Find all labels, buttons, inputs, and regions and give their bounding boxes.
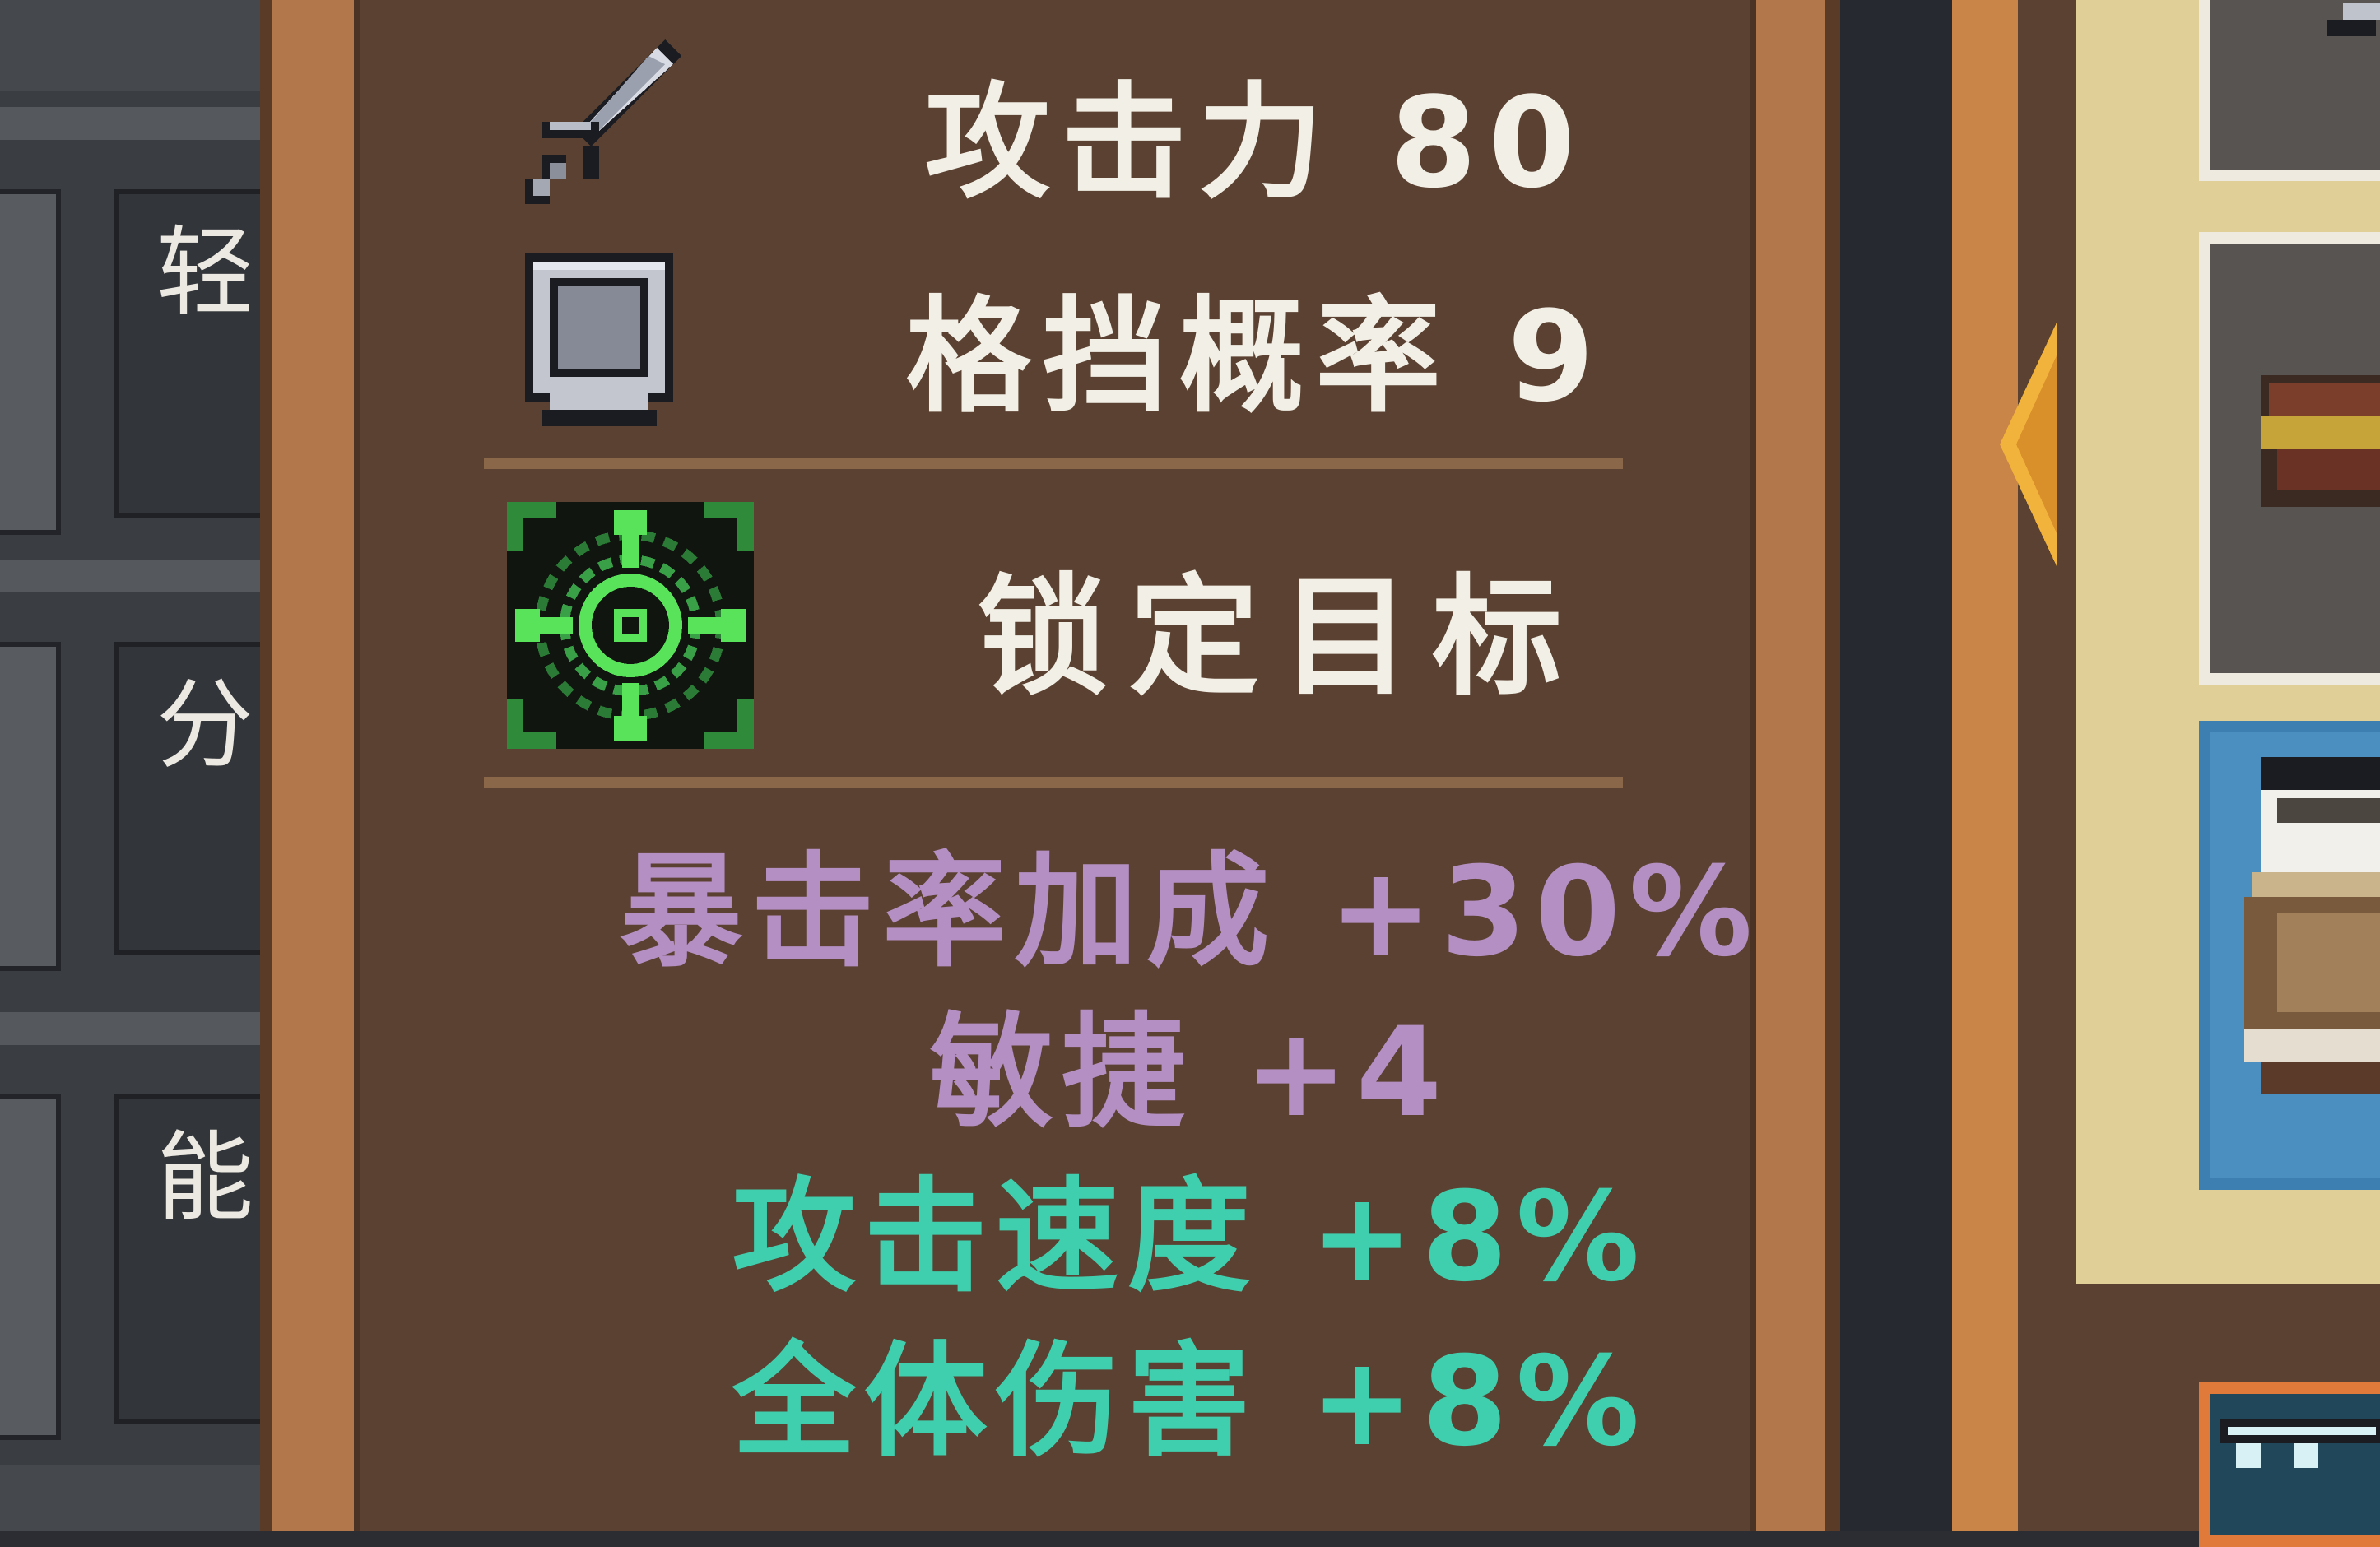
side-menu-bottom-strip [0,1465,272,1531]
inventory-slot-selected[interactable] [2199,721,2380,1190]
inventory-slot[interactable] [2199,1382,2380,1547]
panel-gap [1840,0,1952,1531]
divider [484,777,1623,788]
inventory-slot[interactable] [2199,0,2380,181]
divider [484,458,1623,469]
inventory-slot[interactable] [2199,232,2380,685]
expand-arrow-icon[interactable] [2000,321,2057,568]
